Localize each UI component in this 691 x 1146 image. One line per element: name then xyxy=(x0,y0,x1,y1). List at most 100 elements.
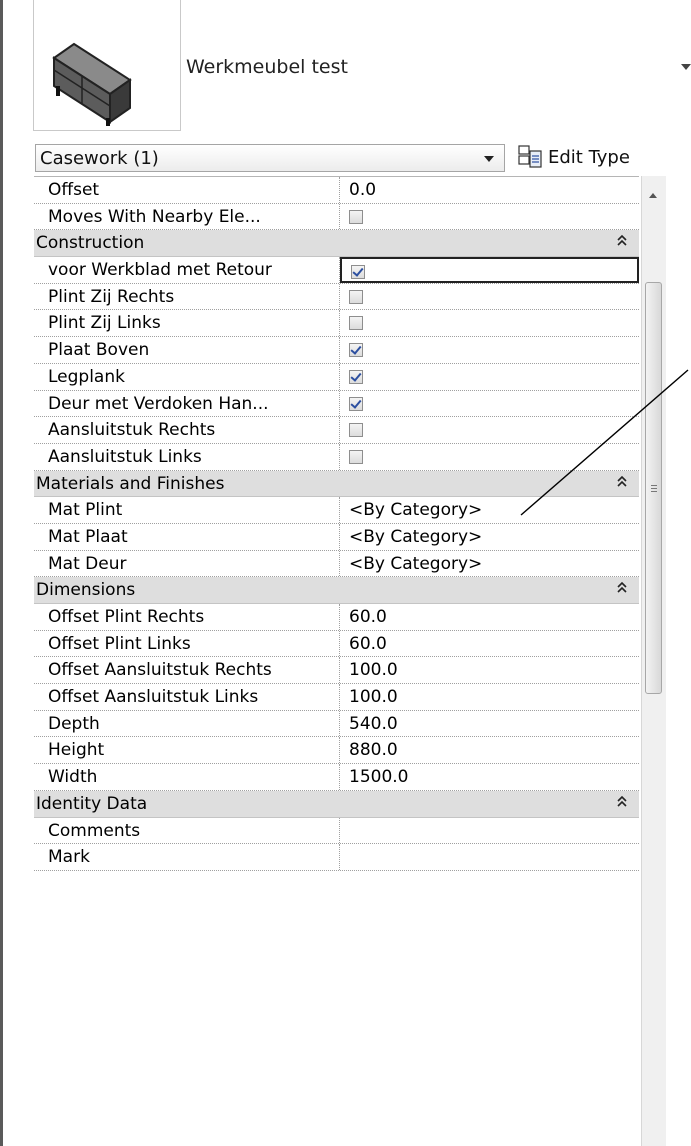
property-row: Height 880.0 xyxy=(34,737,639,765)
checkbox-checked[interactable] xyxy=(349,369,363,384)
property-name: Comments xyxy=(34,817,340,844)
property-value[interactable]: <By Category> xyxy=(340,524,639,550)
category-filter-dropdown[interactable]: Casework (1) xyxy=(35,144,505,172)
property-name: Offset Plint Rechts xyxy=(34,604,340,630)
property-row: voor Werkblad met Retour xyxy=(34,257,639,284)
properties-grid: Offset 0.0 Moves With Nearby Ele... Constru… xyxy=(34,176,639,871)
checkbox-checked[interactable] xyxy=(349,396,363,411)
property-value-checkbox-cell[interactable] xyxy=(340,257,639,283)
property-value[interactable] xyxy=(340,844,639,870)
scroll-up-arrow-icon[interactable] xyxy=(649,193,657,198)
group-header-label: Dimensions xyxy=(36,580,136,601)
property-value-checkbox-cell[interactable] xyxy=(340,310,639,336)
edit-type-label: Edit Type xyxy=(548,146,630,168)
property-row: Offset Aansluitstuk Rechts 100.0 xyxy=(34,657,639,685)
property-value-checkbox-cell[interactable] xyxy=(340,444,639,470)
group-header-label: Construction xyxy=(36,233,145,254)
property-row: Mat Plint <By Category> xyxy=(34,497,639,524)
property-value[interactable]: 540.0 xyxy=(340,711,639,737)
checkbox-checked[interactable] xyxy=(349,343,363,358)
property-row: Plaat Boven xyxy=(34,337,639,364)
checkbox-unchecked[interactable] xyxy=(349,289,363,304)
property-name: Depth xyxy=(34,710,340,737)
property-value[interactable]: <By Category> xyxy=(340,551,639,577)
grip-line xyxy=(651,488,657,489)
edit-type-button[interactable]: Edit Type xyxy=(518,142,691,172)
group-header-label: Identity Data xyxy=(36,793,148,814)
property-row: Offset Plint Rechts 60.0 xyxy=(34,604,639,631)
property-row: Mat Deur <By Category> xyxy=(34,550,639,578)
property-value-checkbox-cell[interactable] xyxy=(340,204,639,230)
property-row: Offset Plint Links 60.0 xyxy=(34,630,639,658)
checkbox-unchecked[interactable] xyxy=(349,423,363,438)
chevron-down-icon[interactable] xyxy=(681,64,691,70)
checkbox-checked[interactable] xyxy=(351,265,365,280)
property-value[interactable]: <By Category> xyxy=(340,497,639,523)
chevron-down-icon xyxy=(484,156,494,162)
property-row: Aansluitstuk Links xyxy=(34,443,639,471)
property-row: Mat Plaat <By Category> xyxy=(34,523,639,551)
property-row: Offset Aansluitstuk Links 100.0 xyxy=(34,684,639,711)
group-header-label: Materials and Finishes xyxy=(36,473,225,494)
property-value[interactable]: 60.0 xyxy=(340,631,639,657)
edit-type-icon xyxy=(518,145,542,168)
checkbox-unchecked[interactable] xyxy=(349,316,363,331)
group-header[interactable]: Identity Data xyxy=(34,790,639,818)
collapse-chevrons-icon[interactable] xyxy=(617,230,627,256)
property-name: Legplank xyxy=(34,363,340,390)
property-value-checkbox-cell[interactable] xyxy=(340,391,639,417)
property-row: Mark xyxy=(34,844,639,871)
property-value[interactable]: 60.0 xyxy=(340,604,639,630)
property-value-checkbox-cell[interactable] xyxy=(340,337,639,363)
property-name: Plint Zij Rechts xyxy=(34,283,340,310)
property-name: Plaat Boven xyxy=(34,337,340,363)
collapse-chevrons-icon[interactable] xyxy=(617,791,627,817)
property-name: Offset Aansluitstuk Links xyxy=(34,684,340,710)
type-selector-header: Werkmeubel test xyxy=(3,0,691,138)
collapse-chevrons-icon[interactable] xyxy=(617,471,627,497)
group-header[interactable]: Materials and Finishes xyxy=(34,470,639,498)
property-row: Plint Zij Links xyxy=(34,310,639,338)
property-row: Plint Zij Rechts xyxy=(34,283,639,311)
casework-cabinet-icon xyxy=(52,42,132,126)
property-value[interactable]: 0.0 xyxy=(340,177,639,203)
property-name: voor Werkblad met Retour xyxy=(34,257,340,283)
property-value[interactable]: 100.0 xyxy=(340,684,639,710)
property-row: Moves With Nearby Ele... xyxy=(34,203,639,231)
property-name: Offset Plint Links xyxy=(34,630,340,657)
property-value-checkbox-cell[interactable] xyxy=(340,284,639,310)
property-value-checkbox-cell[interactable] xyxy=(340,364,639,390)
property-value-checkbox-cell[interactable] xyxy=(340,417,639,443)
property-name: Offset xyxy=(34,177,340,203)
checkbox-unchecked[interactable] xyxy=(349,449,363,464)
property-row: Depth 540.0 xyxy=(34,710,639,738)
property-value[interactable] xyxy=(340,818,639,844)
property-value[interactable]: 1500.0 xyxy=(340,764,639,790)
property-row: Comments xyxy=(34,817,639,845)
property-name: Mat Deur xyxy=(34,550,340,577)
category-filter-label: Casework (1) xyxy=(40,148,159,169)
property-value[interactable]: 880.0 xyxy=(340,737,639,763)
group-header[interactable]: Dimensions xyxy=(34,577,639,604)
group-header[interactable]: Construction xyxy=(34,230,639,258)
properties-scrollbar[interactable] xyxy=(641,176,666,1146)
property-name: Width xyxy=(34,764,340,790)
property-row: Offset 0.0 xyxy=(34,177,639,204)
grip-line xyxy=(651,485,657,486)
checkbox-unchecked[interactable] xyxy=(349,209,363,224)
property-name: Offset Aansluitstuk Rechts xyxy=(34,657,340,684)
property-name: Aansluitstuk Rechts xyxy=(34,417,340,443)
type-name[interactable]: Werkmeubel test xyxy=(186,56,348,78)
property-row: Legplank xyxy=(34,363,639,391)
property-name: Mat Plint xyxy=(34,497,340,523)
collapse-chevrons-icon[interactable] xyxy=(617,577,627,603)
scroll-thumb[interactable] xyxy=(645,282,662,694)
type-thumbnail xyxy=(33,0,181,131)
selector-row: Casework (1) Edit Type xyxy=(3,138,691,176)
grip-line xyxy=(651,491,657,492)
property-row: Aansluitstuk Rechts xyxy=(34,417,639,444)
property-value[interactable]: 100.0 xyxy=(340,657,639,683)
property-name: Deur met Verdoken Han... xyxy=(34,390,340,417)
property-name: Aansluitstuk Links xyxy=(34,443,340,470)
property-row: Deur met Verdoken Han... xyxy=(34,390,639,418)
